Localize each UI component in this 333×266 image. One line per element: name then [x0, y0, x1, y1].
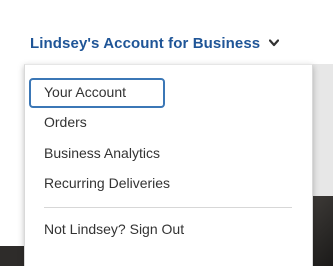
- menu-item-recurring-deliveries[interactable]: Recurring Deliveries: [44, 175, 170, 191]
- sign-out-link[interactable]: Not Lindsey? Sign Out: [44, 221, 184, 237]
- account-menu-title: Lindsey's Account for Business: [30, 34, 261, 52]
- account-menu-trigger[interactable]: Lindsey's Account for Business: [30, 28, 320, 58]
- screen: Lindsey's Account for Business Your Acco…: [0, 0, 333, 266]
- menu-item-orders[interactable]: Orders: [44, 114, 87, 130]
- menu-item-your-account[interactable]: Your Account: [29, 78, 165, 108]
- chevron-down-icon: [268, 37, 280, 49]
- account-dropdown-menu: Your Account Orders Business Analytics R…: [24, 64, 313, 266]
- menu-item-business-analytics[interactable]: Business Analytics: [44, 145, 160, 161]
- background-panel: [312, 64, 333, 204]
- menu-divider: [44, 207, 292, 208]
- background-image-left: [0, 246, 24, 266]
